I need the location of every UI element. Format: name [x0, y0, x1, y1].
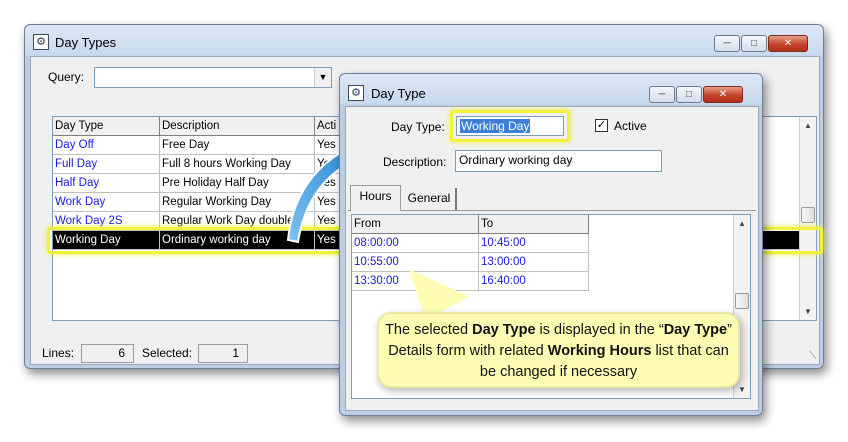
- hours-grid-header: From To: [352, 215, 750, 234]
- column-header-from[interactable]: From: [352, 215, 479, 234]
- dialog-window-controls: ─ □ ✕: [648, 86, 743, 103]
- description-input[interactable]: Ordinary working day: [455, 150, 662, 172]
- day-type-title: Day Type: [371, 86, 426, 101]
- window-controls: ─ □ ✕: [713, 35, 808, 52]
- scroll-up-icon[interactable]: ▲: [734, 215, 750, 232]
- tab-general[interactable]: General: [403, 188, 457, 210]
- active-checkbox[interactable]: ✓: [595, 119, 608, 132]
- scroll-down-icon[interactable]: ▼: [734, 381, 750, 398]
- cell-day-type: Day Off: [53, 136, 160, 155]
- scrollbar-thumb[interactable]: [801, 207, 815, 223]
- selected-count: 1: [198, 344, 248, 363]
- maximize-button[interactable]: □: [741, 35, 767, 52]
- lines-label: Lines:: [42, 346, 75, 360]
- close-button[interactable]: ✕: [768, 35, 808, 52]
- day-type-input-highlight: [450, 110, 570, 142]
- cell-description: Full 8 hours Working Day: [160, 155, 315, 174]
- column-header-to[interactable]: To: [479, 215, 589, 234]
- gear-window-icon: ⚙: [348, 85, 364, 101]
- description-label: Description:: [383, 155, 447, 169]
- cell-to: 10:45:00: [479, 234, 589, 253]
- scrollbar-thumb[interactable]: [735, 293, 749, 309]
- callout-bold-1: Day Type: [472, 322, 536, 338]
- gear-window-icon: ⚙: [33, 34, 49, 50]
- cell-to: 13:00:00: [479, 253, 589, 272]
- active-label: Active: [614, 119, 647, 133]
- cell-to: 16:40:00: [479, 272, 589, 291]
- minimize-button[interactable]: ─: [714, 35, 740, 52]
- day-types-titlebar[interactable]: ⚙ Day Types ─ □ ✕: [25, 25, 823, 53]
- query-dropdown-button[interactable]: ▼: [314, 68, 331, 87]
- cell-description: Regular Working Day: [160, 193, 315, 212]
- cell-day-type: Full Day: [53, 155, 160, 174]
- day-type-titlebar[interactable]: ⚙ Day Type ─ □ ✕: [340, 74, 762, 103]
- query-input[interactable]: [94, 67, 332, 88]
- column-header-day-type[interactable]: Day Type: [53, 117, 160, 136]
- day-types-title: Day Types: [55, 35, 117, 50]
- column-header-description[interactable]: Description: [160, 117, 315, 136]
- query-label: Query:: [48, 70, 85, 84]
- callout-bold-2: Day Type: [663, 322, 728, 338]
- close-button[interactable]: ✕: [703, 86, 743, 103]
- table-row[interactable]: 08:00:00 10:45:00: [352, 234, 750, 253]
- scroll-down-icon[interactable]: ▼: [800, 303, 816, 320]
- scroll-up-icon[interactable]: ▲: [800, 117, 816, 134]
- callout-bold-3: Working Hours: [547, 343, 652, 359]
- cell-day-type: Half Day: [53, 174, 160, 193]
- grid-vertical-scrollbar[interactable]: ▲ ▼: [799, 117, 816, 320]
- maximize-button[interactable]: □: [676, 86, 702, 103]
- selected-label: Selected:: [142, 346, 193, 360]
- callout-text-2: is displayed in the “: [535, 322, 664, 338]
- callout-note: The selected Day Type is displayed in th…: [377, 312, 740, 388]
- tab-hours[interactable]: Hours: [350, 185, 401, 211]
- minimize-button[interactable]: ─: [649, 86, 675, 103]
- cell-day-type: Work Day: [53, 193, 160, 212]
- cell-from: 08:00:00: [352, 234, 479, 253]
- cell-description: Free Day: [160, 136, 315, 155]
- day-type-label: Day Type:: [391, 120, 445, 134]
- lines-count: 6: [81, 344, 134, 363]
- callout-text-1: The selected: [385, 322, 473, 338]
- cell-description: Pre Holiday Half Day: [160, 174, 315, 193]
